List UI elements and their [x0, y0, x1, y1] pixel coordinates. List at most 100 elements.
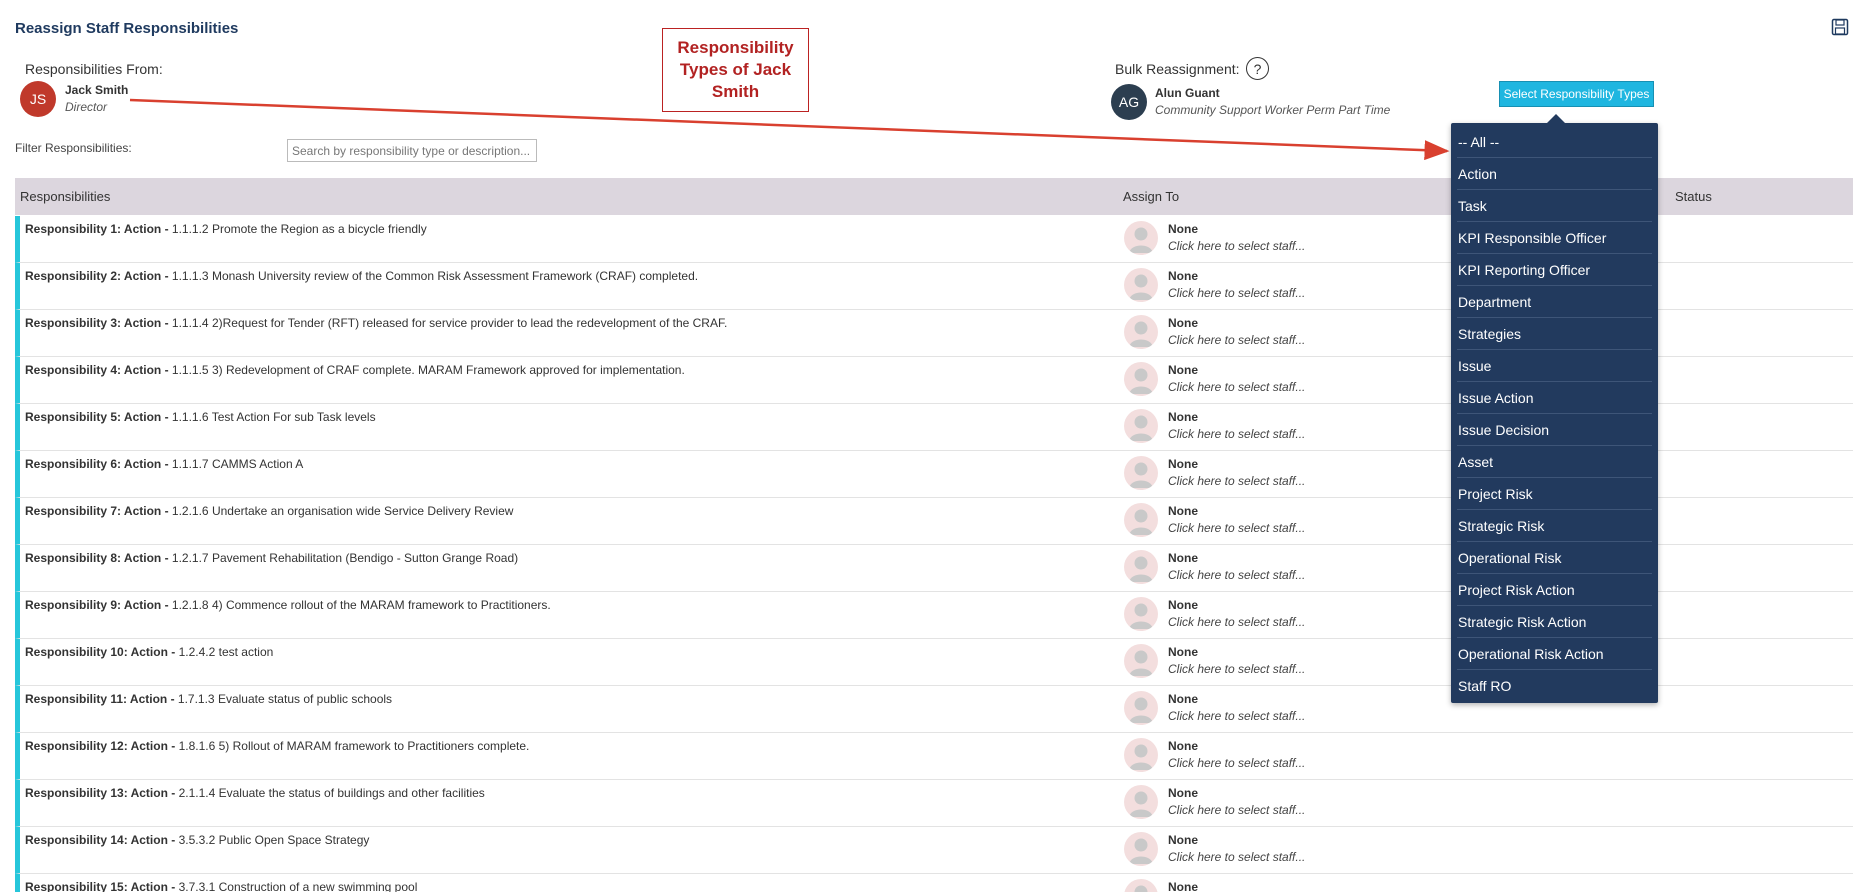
responsibility-label: Responsibility 13: Action - [25, 786, 176, 800]
select-staff-link[interactable]: Click here to select staff... [1168, 239, 1305, 253]
staff-placeholder-avatar[interactable] [1124, 221, 1158, 255]
responsibility-text: Responsibility 7: Action - 1.2.1.6 Under… [25, 504, 513, 518]
assigned-staff-name: None [1168, 363, 1198, 377]
dropdown-option[interactable]: Strategic Risk Action [1457, 606, 1652, 638]
from-role: Director [65, 100, 108, 114]
dropdown-option[interactable]: Issue Action [1457, 382, 1652, 414]
dropdown-option[interactable]: Strategies [1457, 318, 1652, 350]
responsibility-text: Responsibility 6: Action - 1.1.1.7 CAMMS… [25, 457, 303, 471]
responsibility-label: Responsibility 1: Action - [25, 222, 169, 236]
select-staff-link[interactable]: Click here to select staff... [1168, 850, 1305, 864]
select-staff-link[interactable]: Click here to select staff... [1168, 333, 1305, 347]
staff-placeholder-avatar[interactable] [1124, 315, 1158, 349]
responsibility-label: Responsibility 10: Action - [25, 645, 176, 659]
staff-placeholder-avatar[interactable] [1124, 832, 1158, 866]
assigned-staff-name: None [1168, 645, 1198, 659]
save-icon[interactable] [1831, 18, 1849, 36]
dropdown-option[interactable]: Operational Risk Action [1457, 638, 1652, 670]
responsibility-label: Responsibility 15: Action - [25, 880, 176, 892]
select-staff-link[interactable]: Click here to select staff... [1168, 286, 1305, 300]
responsibility-label: Responsibility 2: Action - [25, 269, 169, 283]
select-staff-link[interactable]: Click here to select staff... [1168, 427, 1305, 441]
staff-placeholder-avatar[interactable] [1124, 644, 1158, 678]
dropdown-option[interactable]: KPI Reporting Officer [1457, 254, 1652, 286]
assigned-staff-name: None [1168, 833, 1198, 847]
responsibility-description: 1.1.1.7 CAMMS Action A [168, 457, 304, 471]
responsibility-description: 1.7.1.3 Evaluate status of public school… [174, 692, 393, 706]
responsibility-description: 1.2.1.6 Undertake an organisation wide S… [168, 504, 514, 518]
from-name: Jack Smith [65, 83, 129, 97]
responsibility-label: Responsibility 12: Action - [25, 739, 176, 753]
dropdown-option[interactable]: Task [1457, 190, 1652, 222]
select-staff-link[interactable]: Click here to select staff... [1168, 615, 1305, 629]
staff-placeholder-avatar[interactable] [1124, 409, 1158, 443]
select-staff-link[interactable]: Click here to select staff... [1168, 662, 1305, 676]
responsibility-text: Responsibility 1: Action - 1.1.1.2 Promo… [25, 222, 427, 236]
assigned-staff-name: None [1168, 222, 1198, 236]
bulk-role: Community Support Worker Perm Part Time [1155, 103, 1391, 117]
dropdown-option[interactable]: Issue [1457, 350, 1652, 382]
assigned-staff-name: None [1168, 880, 1198, 892]
staff-placeholder-avatar[interactable] [1124, 691, 1158, 725]
responsibility-description: 3.7.3.1 Construction of a new swimming p… [175, 880, 418, 892]
responsibility-text: Responsibility 9: Action - 1.2.1.8 4) Co… [25, 598, 551, 612]
select-staff-link[interactable]: Click here to select staff... [1168, 709, 1305, 723]
staff-placeholder-avatar[interactable] [1124, 597, 1158, 631]
responsibility-text: Responsibility 13: Action - 2.1.1.4 Eval… [25, 786, 485, 800]
responsibility-description: 1.1.1.6 Test Action For sub Task levels [168, 410, 376, 424]
dropdown-option[interactable]: Operational Risk [1457, 542, 1652, 574]
dropdown-option[interactable]: KPI Responsible Officer [1457, 222, 1652, 254]
page-title: Reassign Staff Responsibilities [15, 20, 239, 37]
responsibility-description: 1.2.1.8 4) Commence rollout of the MARAM… [168, 598, 551, 612]
staff-placeholder-avatar[interactable] [1124, 785, 1158, 819]
dropdown-option[interactable]: Strategic Risk [1457, 510, 1652, 542]
responsibility-text: Responsibility 11: Action - 1.7.1.3 Eval… [25, 692, 392, 706]
responsibility-description: 1.1.1.2 Promote the Region as a bicycle … [168, 222, 427, 236]
dropdown-option[interactable]: Asset [1457, 446, 1652, 478]
dropdown-option[interactable]: Action [1457, 158, 1652, 190]
responsibility-types-dropdown: -- All -- Action Task KPI Responsible Offic… [1451, 114, 1658, 703]
responsibility-description: 1.8.1.6 5) Rollout of MARAM framework to… [175, 739, 530, 753]
select-staff-link[interactable]: Click here to select staff... [1168, 380, 1305, 394]
responsibility-description: 1.2.1.7 Pavement Rehabilitation (Bendigo… [168, 551, 519, 565]
help-icon[interactable]: ? [1246, 57, 1269, 80]
bulk-avatar: AG [1111, 84, 1147, 120]
dropdown-option[interactable]: -- All -- [1457, 126, 1652, 158]
select-staff-link[interactable]: Click here to select staff... [1168, 803, 1305, 817]
select-staff-link[interactable]: Click here to select staff... [1168, 756, 1305, 770]
select-staff-link[interactable]: Click here to select staff... [1168, 521, 1305, 535]
dropdown-option[interactable]: Project Risk Action [1457, 574, 1652, 606]
header-responsibilities: Responsibilities [20, 189, 111, 204]
assigned-staff-name: None [1168, 410, 1198, 424]
select-responsibility-types-button[interactable]: Select Responsibility Types [1499, 81, 1654, 107]
responsibility-text: Responsibility 10: Action - 1.2.4.2 test… [25, 645, 273, 659]
filter-search-input[interactable] [287, 139, 537, 162]
dropdown-option[interactable]: Project Risk [1457, 478, 1652, 510]
dropdown-option[interactable]: Issue Decision [1457, 414, 1652, 446]
assigned-staff-name: None [1168, 457, 1198, 471]
filter-label: Filter Responsibilities: [15, 141, 132, 155]
staff-placeholder-avatar[interactable] [1124, 738, 1158, 772]
staff-placeholder-avatar[interactable] [1124, 268, 1158, 302]
responsibility-text: Responsibility 12: Action - 1.8.1.6 5) R… [25, 739, 529, 753]
responsibility-label: Responsibility 4: Action - [25, 363, 169, 377]
staff-placeholder-avatar[interactable] [1124, 456, 1158, 490]
staff-placeholder-avatar[interactable] [1124, 550, 1158, 584]
staff-placeholder-avatar[interactable] [1124, 362, 1158, 396]
responsibility-text: Responsibility 3: Action - 1.1.1.4 2)Req… [25, 316, 727, 330]
staff-placeholder-avatar[interactable] [1124, 503, 1158, 537]
staff-placeholder-avatar[interactable] [1124, 879, 1158, 892]
table-row: Responsibility 15: Action - 3.7.3.1 Cons… [15, 874, 1853, 892]
responsibility-label: Responsibility 6: Action - [25, 457, 169, 471]
responsibility-text: Responsibility 14: Action - 3.5.3.2 Publ… [25, 833, 369, 847]
responsibility-text: Responsibility 2: Action - 1.1.1.3 Monas… [25, 269, 698, 283]
select-staff-link[interactable]: Click here to select staff... [1168, 568, 1305, 582]
dropdown-option[interactable]: Department [1457, 286, 1652, 318]
responsibility-text: Responsibility 15: Action - 3.7.3.1 Cons… [25, 880, 417, 892]
dropdown-option[interactable]: Staff RO [1457, 670, 1652, 702]
select-staff-link[interactable]: Click here to select staff... [1168, 474, 1305, 488]
responsibility-label: Responsibility 9: Action - [25, 598, 169, 612]
responsibility-label: Responsibility 5: Action - [25, 410, 169, 424]
assigned-staff-name: None [1168, 692, 1198, 706]
from-avatar: JS [20, 81, 56, 117]
